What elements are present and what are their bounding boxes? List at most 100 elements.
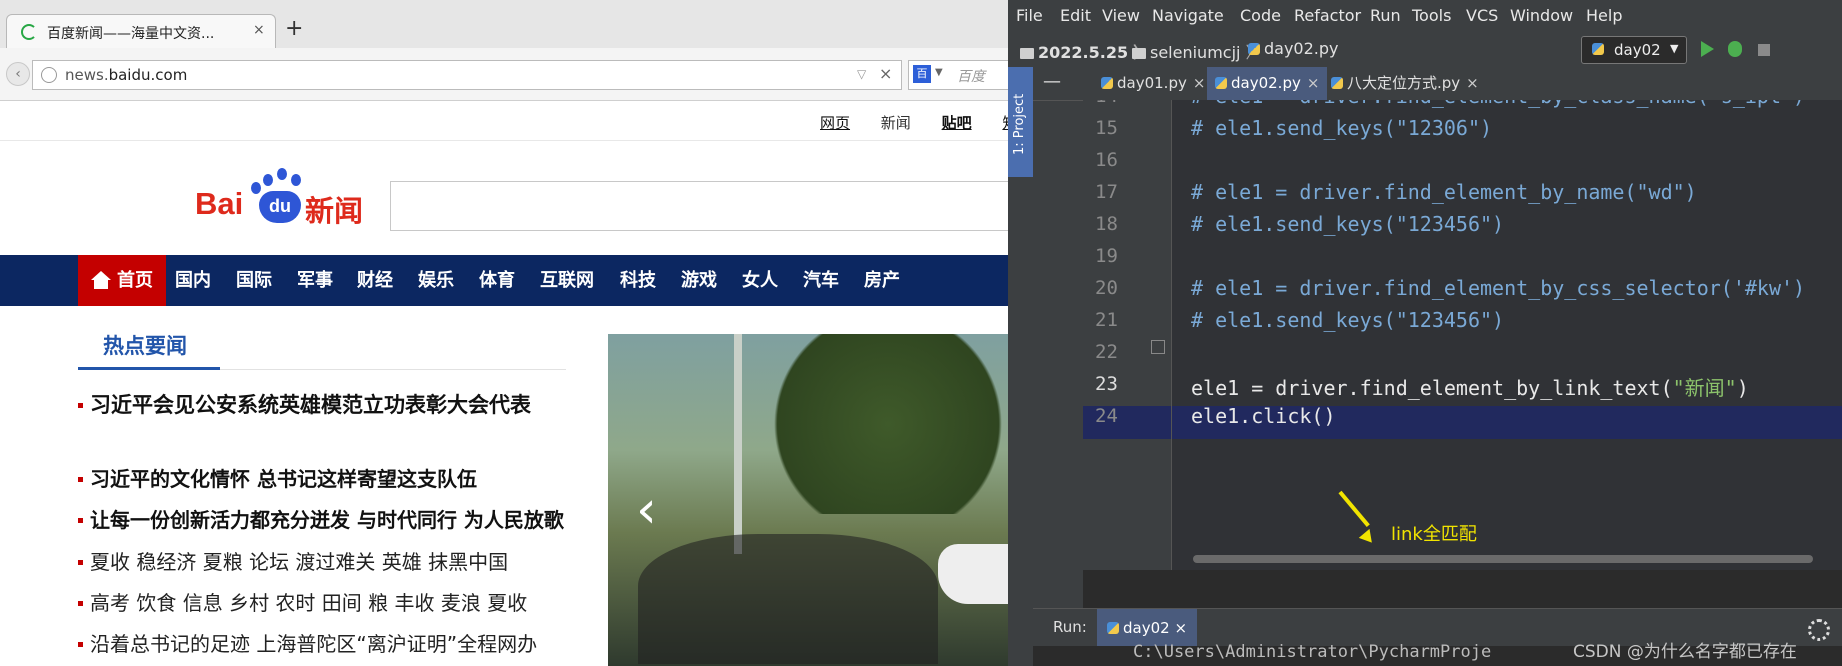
ide-window: File Edit View Navigate Code Refactor Ru… xyxy=(1008,0,1842,666)
loading-icon xyxy=(21,24,37,40)
headline-item[interactable]: 沿着总书记的足迹 上海普陀区“离沪证明”全程网办 xyxy=(78,627,570,661)
category-nav: 首页 国内 国际 军事 财经 娱乐 体育 互联网 科技 游戏 女人 汽车 房产 xyxy=(0,255,1008,306)
menu-view[interactable]: View xyxy=(1102,6,1140,25)
line-number: 14 xyxy=(1095,100,1135,107)
paw-toe-icon xyxy=(263,174,273,186)
tab-close-icon[interactable]: × xyxy=(1193,74,1206,92)
chevron-down-icon[interactable]: ▼ xyxy=(935,67,943,78)
browser-tab[interactable]: 百度新闻——海量中文资... × xyxy=(6,14,276,49)
photo-bicycles xyxy=(638,534,938,664)
folder-icon xyxy=(1020,48,1034,59)
url-text: news.baidu.com xyxy=(65,66,188,84)
debug-icon[interactable] xyxy=(1728,41,1742,57)
code-line: ele1 = driver.find_element_by_link_text(… xyxy=(1191,376,1749,400)
collapse-button[interactable]: — xyxy=(1043,71,1061,92)
browser-nav-bar: ‹ news.baidu.com ▽ × 百 ▼ 百度 xyxy=(0,48,1008,101)
gear-icon[interactable] xyxy=(1808,619,1830,641)
menu-window[interactable]: Window xyxy=(1510,6,1573,25)
new-tab-button[interactable]: + xyxy=(285,16,303,41)
menu-file[interactable]: File xyxy=(1016,6,1043,25)
nav-entertainment[interactable]: 娱乐 xyxy=(418,255,454,306)
stop-icon[interactable] xyxy=(1758,44,1770,56)
nav-auto[interactable]: 汽车 xyxy=(803,255,839,306)
nav-games[interactable]: 游戏 xyxy=(681,255,717,306)
nav-house[interactable]: 房产 xyxy=(864,255,900,306)
carousel-prev-icon[interactable]: ‹ xyxy=(636,480,657,540)
paw-toe-icon xyxy=(277,168,287,180)
url-dropdown-icon[interactable]: ▽ xyxy=(857,67,866,81)
menu-tools[interactable]: Tools xyxy=(1412,6,1451,25)
logo-xinwen: 新闻 xyxy=(305,194,364,228)
fold-marker-icon[interactable] xyxy=(1151,340,1165,354)
photo-tree xyxy=(758,334,1008,514)
run-panel-label: Run: xyxy=(1053,618,1087,636)
line-number: 18 xyxy=(1095,213,1118,235)
code-line: # ele1.send_keys("12306") xyxy=(1191,116,1493,140)
horizontal-scrollbar[interactable] xyxy=(1193,555,1813,563)
headline-item[interactable]: 夏收 稳经济 夏粮 论坛 渡过难关 英雄 抹黑中国 xyxy=(78,545,570,579)
annotation-arrow-head xyxy=(1358,528,1378,548)
link-news[interactable]: 新闻 xyxy=(881,114,911,132)
menu-vcs[interactable]: VCS xyxy=(1466,6,1498,25)
tab-close-icon[interactable]: × xyxy=(1466,74,1479,92)
url-clear-icon[interactable]: × xyxy=(879,64,892,83)
menu-edit[interactable]: Edit xyxy=(1060,6,1091,25)
top-links: 网页 新闻 贴吧 知 xyxy=(820,112,1008,133)
tab-close-icon[interactable]: × xyxy=(253,22,265,38)
console-line: C:\Users\Administrator\PycharmProje xyxy=(1133,642,1492,662)
editor-tab-day02[interactable]: day02.py × xyxy=(1207,67,1328,100)
python-icon xyxy=(1107,622,1119,634)
menu-refactor[interactable]: Refactor xyxy=(1294,6,1361,25)
address-bar[interactable]: news.baidu.com ▽ × xyxy=(32,60,902,90)
photo-glove xyxy=(938,544,1008,604)
nav-finance[interactable]: 财经 xyxy=(357,255,393,306)
browser-search-box[interactable]: 百 ▼ 百度 xyxy=(908,60,1008,90)
menu-code[interactable]: Code xyxy=(1240,6,1281,25)
photo-pole xyxy=(734,334,742,554)
code-line: ele1.click() xyxy=(1191,404,1336,428)
run-icon[interactable] xyxy=(1701,41,1714,57)
nav-military[interactable]: 军事 xyxy=(297,255,333,306)
code-editor[interactable]: 14 # ele1 = driver.find_element_by_class… xyxy=(1083,100,1842,570)
paw-toe-icon xyxy=(291,174,301,186)
back-button[interactable]: ‹ xyxy=(6,62,30,86)
headline-item[interactable]: 让每一份创新活力都充分迸发 与时代同行 为人民放歌 xyxy=(78,503,570,537)
browser-tab-bar: 百度新闻——海量中文资... × + xyxy=(0,0,1008,49)
headline-item[interactable]: 习近平会见公安系统英雄模范立功表彰大会代表 xyxy=(78,388,570,422)
python-file-icon xyxy=(1215,77,1227,89)
nav-women[interactable]: 女人 xyxy=(742,255,778,306)
link-web[interactable]: 网页 xyxy=(820,114,850,132)
editor-tab-day01[interactable]: day01.py × xyxy=(1093,67,1213,100)
headline-item[interactable]: 习近平的文化情怀 总书记这样寄望这支队伍 xyxy=(78,462,570,496)
menu-run[interactable]: Run xyxy=(1370,6,1401,25)
folder-icon xyxy=(1132,48,1146,59)
python-file-icon xyxy=(1101,77,1113,89)
line-number: 17 xyxy=(1095,181,1118,203)
line-number: 23 xyxy=(1095,373,1118,395)
project-tool-tab[interactable]: 1: Project xyxy=(1008,67,1033,177)
baidu-news-logo[interactable]: Bai du 新闻 xyxy=(195,168,375,228)
breadcrumb-package[interactable]: seleniumcjj〉 xyxy=(1132,39,1266,63)
breadcrumb-file[interactable]: day02.py xyxy=(1248,39,1339,58)
hot-news-underline xyxy=(78,367,220,370)
link-tieba[interactable]: 贴吧 xyxy=(942,114,972,132)
nav-home[interactable]: 首页 xyxy=(78,255,166,306)
tab-close-icon[interactable]: × xyxy=(1174,619,1187,637)
run-config-select[interactable]: day02 ▼ xyxy=(1581,36,1687,64)
headline-item[interactable]: 高考 饮食 信息 乡村 农时 田间 粮 丰收 麦浪 夏收 xyxy=(78,586,570,620)
news-search-input[interactable] xyxy=(390,181,1008,231)
globe-icon xyxy=(41,67,57,83)
nav-sports[interactable]: 体育 xyxy=(479,255,515,306)
menu-help[interactable]: Help xyxy=(1586,6,1622,25)
line-number: 16 xyxy=(1095,149,1118,171)
news-carousel-photo[interactable] xyxy=(608,334,1008,666)
baidu-paw-icon[interactable]: 百 xyxy=(913,65,931,83)
editor-tab-locators[interactable]: 八大定位方式.py × xyxy=(1323,67,1487,100)
tab-close-icon[interactable]: × xyxy=(1307,74,1320,92)
ide-breadcrumb: 2022.5.25〉 seleniumcjj〉 day02.py day02 ▼ xyxy=(1008,33,1842,68)
nav-domestic[interactable]: 国内 xyxy=(175,255,211,306)
nav-international[interactable]: 国际 xyxy=(236,255,272,306)
menu-navigate[interactable]: Navigate xyxy=(1152,6,1224,25)
nav-internet[interactable]: 互联网 xyxy=(540,255,594,306)
nav-tech[interactable]: 科技 xyxy=(620,255,656,306)
